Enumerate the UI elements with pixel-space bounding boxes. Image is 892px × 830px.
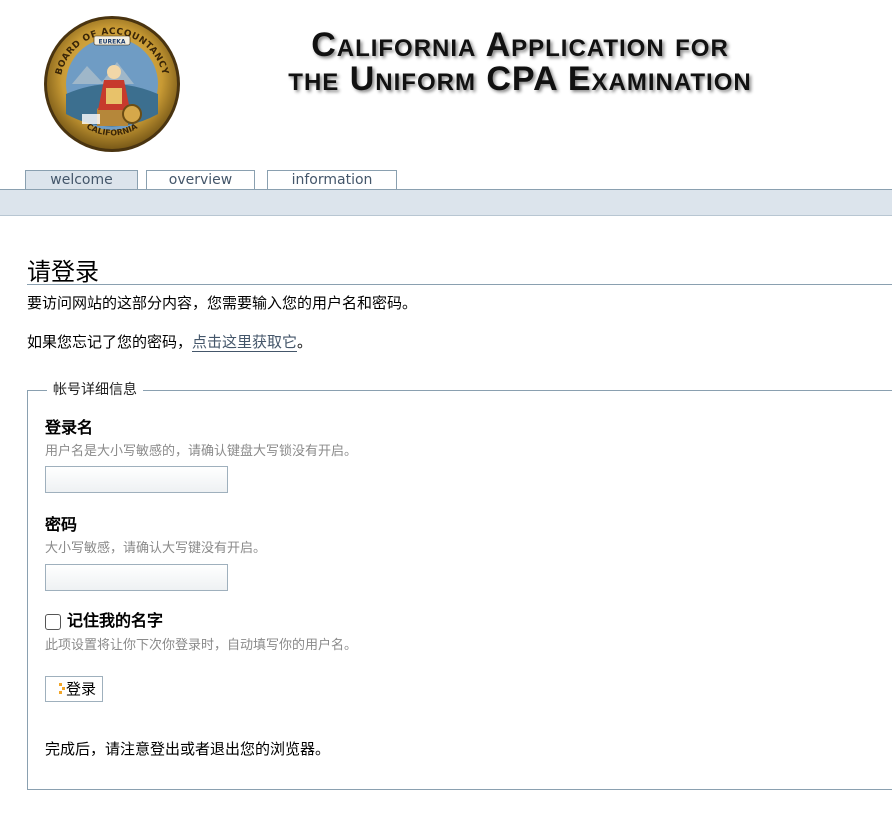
- username-label: 登录名: [45, 418, 94, 437]
- tab-welcome[interactable]: welcome: [25, 170, 138, 190]
- forgot-password-link[interactable]: 点击这里获取它: [192, 333, 298, 352]
- tab-information[interactable]: information: [267, 170, 397, 190]
- page-title: 请登录: [27, 258, 99, 286]
- banner-line-2: the Uniform CPA Examination: [288, 60, 752, 98]
- forgot-prefix: 如果您忘记了您的密码，: [27, 333, 193, 351]
- login-button[interactable]: 登录: [45, 676, 103, 702]
- password-input[interactable]: [45, 564, 228, 591]
- site-banner-title: California Application for the Uniform C…: [220, 28, 820, 96]
- remember-me-checkbox[interactable]: [45, 614, 61, 630]
- forgot-suffix: 。: [297, 333, 313, 351]
- remember-me-hint: 此项设置将让你下次你登录时，自动填写你的用户名。: [45, 638, 358, 653]
- intro-text: 要访问网站的这部分内容，您需要输入您的用户名和密码。: [27, 294, 418, 312]
- board-of-accountancy-seal-logo: BOARD OF ACCOUNTANCY CALIFORNIA EUREKA: [44, 16, 180, 152]
- main-tabs: welcome overview information: [0, 170, 892, 190]
- logout-note: 完成后，请注意登出或者退出您的浏览器。: [45, 740, 331, 758]
- svg-text:EUREKA: EUREKA: [99, 39, 126, 46]
- username-input[interactable]: [45, 466, 228, 493]
- username-hint: 用户名是大小写敏感的，请确认键盘大写锁没有开启。: [45, 444, 358, 459]
- site-header: BOARD OF ACCOUNTANCY CALIFORNIA EUREKA C…: [0, 0, 892, 165]
- forgot-password-text: 如果您忘记了您的密码，点击这里获取它。: [27, 332, 312, 352]
- tab-overview[interactable]: overview: [146, 170, 255, 190]
- title-divider: [27, 284, 892, 285]
- fieldset-legend: 帐号详细信息: [47, 381, 143, 399]
- password-hint: 大小写敏感，请确认大写键没有开启。: [45, 541, 267, 556]
- password-label: 密码: [45, 515, 78, 534]
- remember-me-label[interactable]: 记住我的名字: [67, 611, 163, 631]
- tab-bar-strip: [0, 189, 892, 216]
- login-arrow-icon: [59, 683, 65, 694]
- banner-line-1: California Application for: [311, 26, 729, 64]
- login-button-label: 登录: [66, 680, 97, 698]
